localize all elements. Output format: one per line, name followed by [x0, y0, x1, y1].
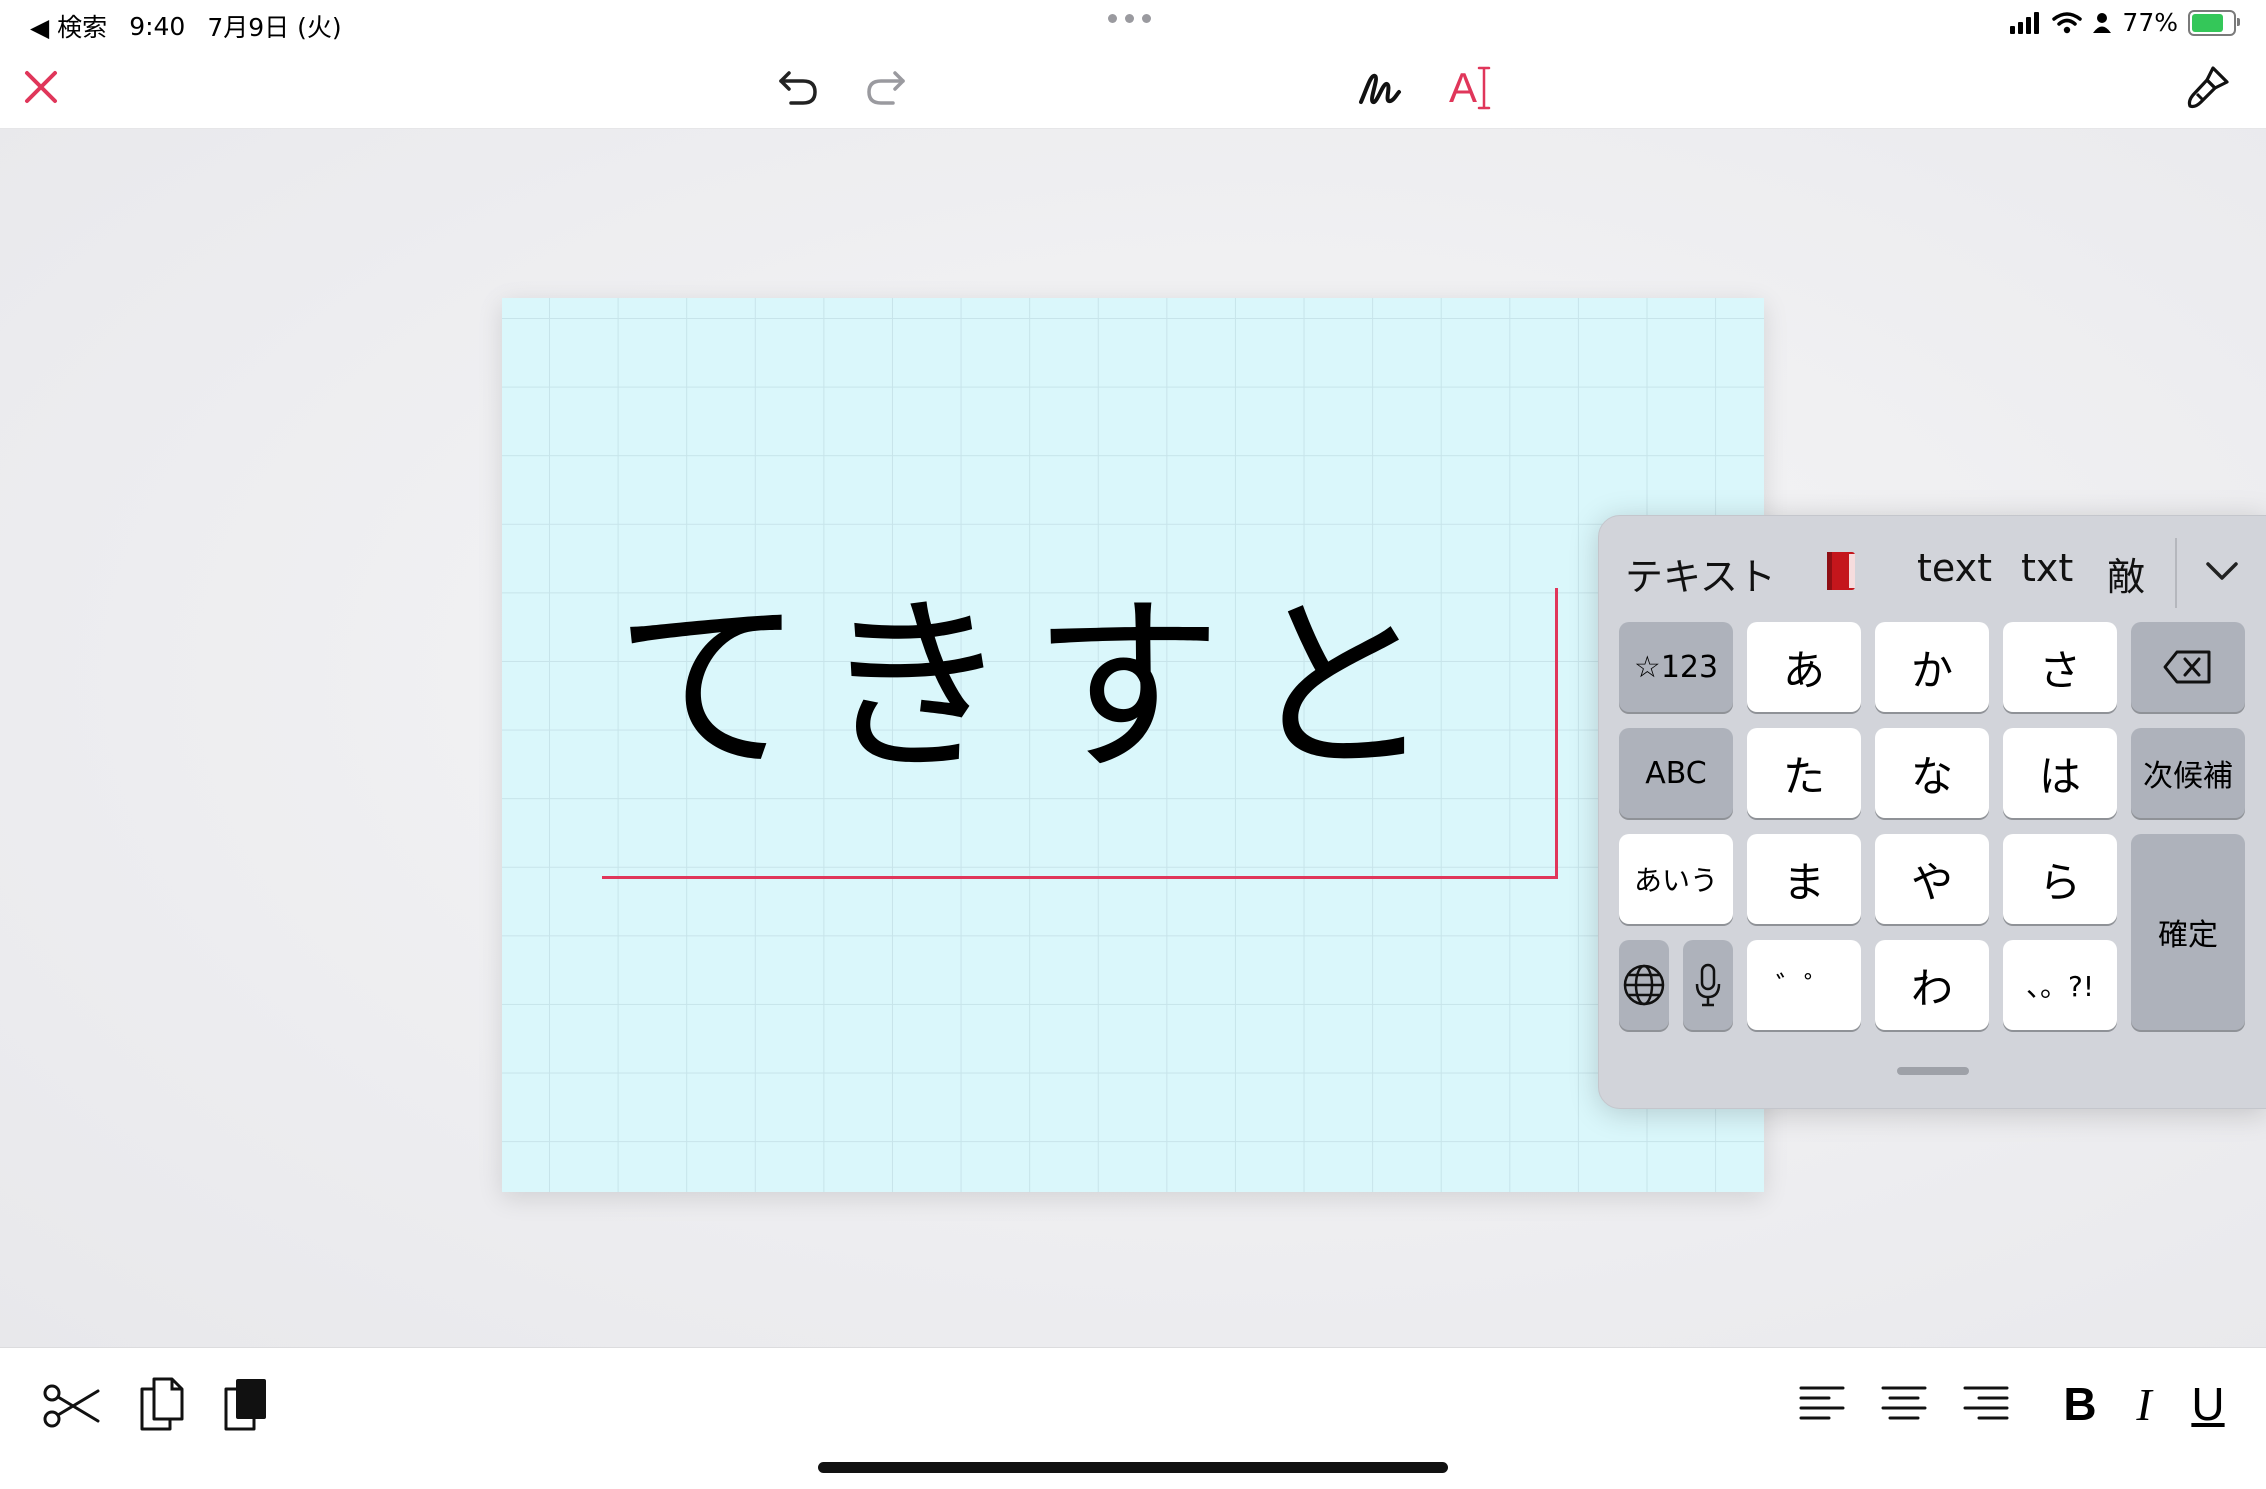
keyboard-drag-handle[interactable] — [1897, 1067, 1969, 1075]
align-right-icon — [1963, 1386, 2009, 1420]
candidate-item[interactable]: 敵 — [2107, 546, 2145, 601]
handwriting-icon — [1359, 73, 1401, 104]
battery-percent: 77% — [2122, 8, 2178, 37]
scissors-icon — [43, 1384, 100, 1428]
underline-button[interactable]: U — [2180, 1374, 2236, 1434]
key-ka[interactable]: か — [1875, 622, 1989, 712]
candidate-item[interactable] — [1825, 546, 1859, 592]
home-indicator[interactable] — [818, 1462, 1448, 1473]
cut-button[interactable] — [40, 1376, 104, 1436]
status-time: 9:40 — [129, 11, 186, 41]
chevron-down-icon — [2206, 562, 2238, 580]
paste-button[interactable] — [216, 1372, 276, 1436]
numbers-key[interactable]: ☆123 — [1619, 622, 1733, 712]
key-ra[interactable]: ら — [2003, 834, 2117, 924]
kana-mode-key[interactable]: あいう — [1619, 834, 1733, 924]
candidate-divider — [2175, 538, 2177, 608]
handwriting-mode-button[interactable] — [1354, 62, 1406, 114]
copy-icon — [140, 1377, 184, 1431]
note-card[interactable]: てきすと — [502, 298, 1764, 1192]
redo-button[interactable] — [860, 62, 910, 112]
text-cursor-icon — [1477, 66, 1491, 110]
dictation-key[interactable] — [1683, 940, 1733, 1030]
undo-button[interactable] — [774, 62, 824, 112]
key-ya[interactable]: や — [1875, 834, 1989, 924]
expand-candidates-button[interactable] — [2197, 546, 2247, 596]
candidate-item[interactable]: text — [1917, 546, 1992, 590]
close-icon — [25, 71, 57, 103]
status-bar: ◀ 検索 9:40 7月9日 (火) 77% — [0, 0, 2266, 48]
delete-key[interactable] — [2131, 622, 2245, 712]
redo-icon — [867, 71, 905, 105]
red-book-icon — [1827, 551, 1855, 590]
dakuten-key[interactable]: ゛゜ — [1747, 940, 1861, 1030]
globe-key[interactable] — [1619, 940, 1669, 1030]
align-center-button[interactable] — [1874, 1376, 1934, 1432]
cellular-signal-icon — [2010, 11, 2040, 34]
globe-icon — [1623, 964, 1665, 1006]
candidate-item[interactable]: txt — [2021, 546, 2073, 590]
bold-button[interactable]: B — [2052, 1374, 2108, 1434]
text-mode-label: A — [1448, 64, 1477, 111]
undo-icon — [779, 71, 817, 105]
align-left-icon — [1799, 1386, 1845, 1420]
key-ma[interactable]: ま — [1747, 834, 1861, 924]
battery-icon — [2188, 9, 2240, 36]
candidate-bar: テキスト text txt 敵 — [1599, 516, 2266, 626]
align-left-button[interactable] — [1792, 1376, 1852, 1432]
align-right-button[interactable] — [1956, 1376, 2016, 1432]
text-underline — [602, 876, 1555, 879]
wifi-icon — [2052, 11, 2083, 33]
align-center-icon — [1881, 1386, 1927, 1420]
top-toolbar: A — [0, 48, 2266, 129]
brush-button[interactable] — [2180, 60, 2236, 116]
candidate-item[interactable]: テキスト — [1625, 546, 1776, 601]
italic-button[interactable]: I — [2116, 1374, 2172, 1434]
person-icon — [2093, 12, 2112, 33]
editing-text[interactable]: てきすと — [614, 593, 1574, 783]
next-candidate-key[interactable]: 次候補 — [2131, 728, 2245, 818]
floating-keyboard: テキスト text txt 敵 ☆123 あ か さ ABC た な は 次候補 — [1598, 515, 2266, 1109]
copy-button[interactable] — [132, 1372, 192, 1436]
paste-icon — [224, 1379, 266, 1431]
text-mode-button[interactable]: A — [1442, 60, 1498, 116]
microphone-icon — [1695, 963, 1721, 1007]
multitasking-dots-icon[interactable] — [1108, 14, 1151, 23]
punctuation-key[interactable]: 、。?! — [2003, 940, 2117, 1030]
delete-backward-icon — [2163, 650, 2211, 684]
close-button[interactable] — [18, 64, 64, 110]
status-date: 7月9日 (火) — [207, 13, 342, 42]
key-ta[interactable]: た — [1747, 728, 1861, 818]
key-na[interactable]: な — [1875, 728, 1989, 818]
text-cursor — [1555, 588, 1558, 879]
key-wa[interactable]: わ — [1875, 940, 1989, 1030]
confirm-key[interactable]: 確定 — [2131, 834, 2245, 1030]
abc-key[interactable]: ABC — [1619, 728, 1733, 818]
key-a[interactable]: あ — [1747, 622, 1861, 712]
back-to-search-link[interactable]: ◀ 検索 — [30, 8, 107, 44]
key-sa[interactable]: さ — [2003, 622, 2117, 712]
key-ha[interactable]: は — [2003, 728, 2117, 818]
brush-icon — [2187, 66, 2229, 109]
